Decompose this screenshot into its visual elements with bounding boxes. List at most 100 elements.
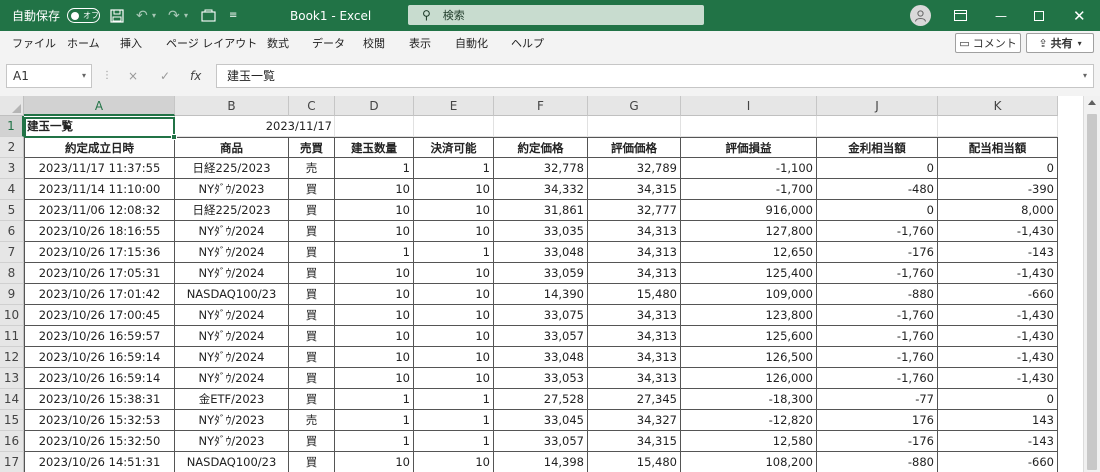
table-cell[interactable]: 126,000 <box>681 368 817 389</box>
formula-input[interactable]: 建玉一覧 ▾ <box>216 64 1094 88</box>
table-cell[interactable]: 916,000 <box>681 200 817 221</box>
table-cell[interactable]: 10 <box>335 284 414 305</box>
table-cell[interactable]: -1,430 <box>938 347 1058 368</box>
minimize-icon[interactable]: — <box>995 0 1007 31</box>
table-header-cell[interactable]: 建玉数量 <box>335 137 414 158</box>
table-cell[interactable]: 34,313 <box>588 263 681 284</box>
table-cell[interactable]: -660 <box>938 452 1058 472</box>
row-header[interactable]: 1 <box>0 116 24 137</box>
row-header[interactable]: 9 <box>0 284 24 305</box>
table-cell[interactable]: 2023/11/06 12:08:32 <box>24 200 175 221</box>
vertical-scrollbar[interactable] <box>1083 96 1100 472</box>
table-cell[interactable]: 109,000 <box>681 284 817 305</box>
menu-page-layout[interactable]: ページ レイアウト <box>166 31 257 56</box>
table-cell[interactable]: 10 <box>414 452 494 472</box>
table-cell[interactable]: 27,528 <box>494 389 588 410</box>
table-cell[interactable]: 127,800 <box>681 221 817 242</box>
table-cell[interactable]: 買 <box>289 326 335 347</box>
name-box-dropdown-icon[interactable]: ▾ <box>82 65 86 87</box>
row-header[interactable]: 17 <box>0 452 24 472</box>
table-cell[interactable]: 金ETF/2023 <box>175 389 289 410</box>
avatar[interactable] <box>910 5 931 26</box>
table-cell[interactable]: -1,430 <box>938 263 1058 284</box>
table-cell[interactable]: 10 <box>335 305 414 326</box>
column-header[interactable]: B <box>175 96 289 116</box>
table-cell[interactable]: -1,760 <box>817 221 938 242</box>
table-cell[interactable]: 27,345 <box>588 389 681 410</box>
table-cell[interactable]: 買 <box>289 221 335 242</box>
column-header[interactable]: F <box>494 96 588 116</box>
table-header-cell[interactable]: 売買 <box>289 137 335 158</box>
close-icon[interactable]: ✕ <box>1073 0 1086 31</box>
table-cell[interactable]: 33,048 <box>494 347 588 368</box>
table-cell[interactable]: 2023/10/26 15:32:50 <box>24 431 175 452</box>
table-cell[interactable]: 2023/10/26 17:00:45 <box>24 305 175 326</box>
table-cell[interactable]: 2023/10/26 17:01:42 <box>24 284 175 305</box>
table-cell[interactable]: 34,313 <box>588 326 681 347</box>
table-cell[interactable]: 0 <box>938 158 1058 179</box>
ribbon-display-icon[interactable] <box>954 0 967 31</box>
enter-icon[interactable]: ✓ <box>160 64 170 88</box>
menu-formulas[interactable]: 数式 <box>267 31 289 56</box>
table-cell[interactable]: 33,035 <box>494 221 588 242</box>
table-cell[interactable]: 10 <box>414 347 494 368</box>
table-cell[interactable]: 15,480 <box>588 452 681 472</box>
cell-empty[interactable] <box>494 116 588 137</box>
menu-insert[interactable]: 挿入 <box>120 31 142 56</box>
row-header[interactable]: 14 <box>0 389 24 410</box>
table-cell[interactable]: NYﾀﾞｳ/2024 <box>175 263 289 284</box>
table-cell[interactable]: 2023/10/26 16:59:14 <box>24 368 175 389</box>
table-cell[interactable]: 33,053 <box>494 368 588 389</box>
table-cell[interactable]: NYﾀﾞｳ/2024 <box>175 242 289 263</box>
table-cell[interactable]: 33,048 <box>494 242 588 263</box>
table-cell[interactable]: 34,315 <box>588 179 681 200</box>
table-cell[interactable]: 2023/10/26 14:51:31 <box>24 452 175 472</box>
table-header-cell[interactable]: 約定成立日時 <box>24 137 175 158</box>
menu-help[interactable]: ヘルプ <box>511 31 544 56</box>
column-header[interactable]: I <box>681 96 817 116</box>
undo-icon[interactable]: ↶ <box>136 0 148 31</box>
table-cell[interactable]: 買 <box>289 305 335 326</box>
table-cell[interactable]: 32,777 <box>588 200 681 221</box>
select-all-corner[interactable] <box>0 96 24 116</box>
table-cell[interactable]: NYﾀﾞｳ/2024 <box>175 221 289 242</box>
table-cell[interactable]: 1 <box>335 410 414 431</box>
table-cell[interactable]: 買 <box>289 452 335 472</box>
table-cell[interactable]: -176 <box>817 431 938 452</box>
table-cell[interactable]: -880 <box>817 284 938 305</box>
table-cell[interactable]: -880 <box>817 452 938 472</box>
table-cell[interactable]: 33,075 <box>494 305 588 326</box>
table-cell[interactable]: 33,059 <box>494 263 588 284</box>
table-cell[interactable]: NASDAQ100/23 <box>175 452 289 472</box>
quick-action-icon[interactable] <box>201 0 216 31</box>
maximize-icon[interactable] <box>1034 0 1044 31</box>
table-cell[interactable]: 15,480 <box>588 284 681 305</box>
table-cell[interactable]: 10 <box>414 284 494 305</box>
table-cell[interactable]: 売 <box>289 158 335 179</box>
table-cell[interactable]: 0 <box>938 389 1058 410</box>
table-cell[interactable]: -480 <box>817 179 938 200</box>
column-header[interactable]: A <box>24 96 175 116</box>
table-cell[interactable]: 10 <box>414 179 494 200</box>
table-cell[interactable]: 買 <box>289 431 335 452</box>
table-cell[interactable]: 34,313 <box>588 368 681 389</box>
row-header[interactable]: 6 <box>0 221 24 242</box>
table-cell[interactable]: 2023/11/17 11:37:55 <box>24 158 175 179</box>
column-header[interactable]: D <box>335 96 414 116</box>
table-header-cell[interactable]: 評価価格 <box>588 137 681 158</box>
table-cell[interactable]: 33,057 <box>494 431 588 452</box>
table-cell[interactable]: NYﾀﾞｳ/2024 <box>175 326 289 347</box>
table-cell[interactable]: 12,580 <box>681 431 817 452</box>
table-cell[interactable]: 日経225/2023 <box>175 158 289 179</box>
table-cell[interactable]: 34,313 <box>588 305 681 326</box>
table-cell[interactable]: -1,760 <box>817 368 938 389</box>
redo-icon[interactable]: ↷ <box>168 0 180 31</box>
column-header[interactable]: E <box>414 96 494 116</box>
autosave-toggle[interactable]: オフ <box>67 8 100 23</box>
table-cell[interactable]: -143 <box>938 242 1058 263</box>
table-cell[interactable]: -1,430 <box>938 305 1058 326</box>
table-cell[interactable]: 10 <box>414 326 494 347</box>
table-cell[interactable]: 買 <box>289 347 335 368</box>
table-cell[interactable]: 1 <box>335 389 414 410</box>
row-header[interactable]: 8 <box>0 263 24 284</box>
